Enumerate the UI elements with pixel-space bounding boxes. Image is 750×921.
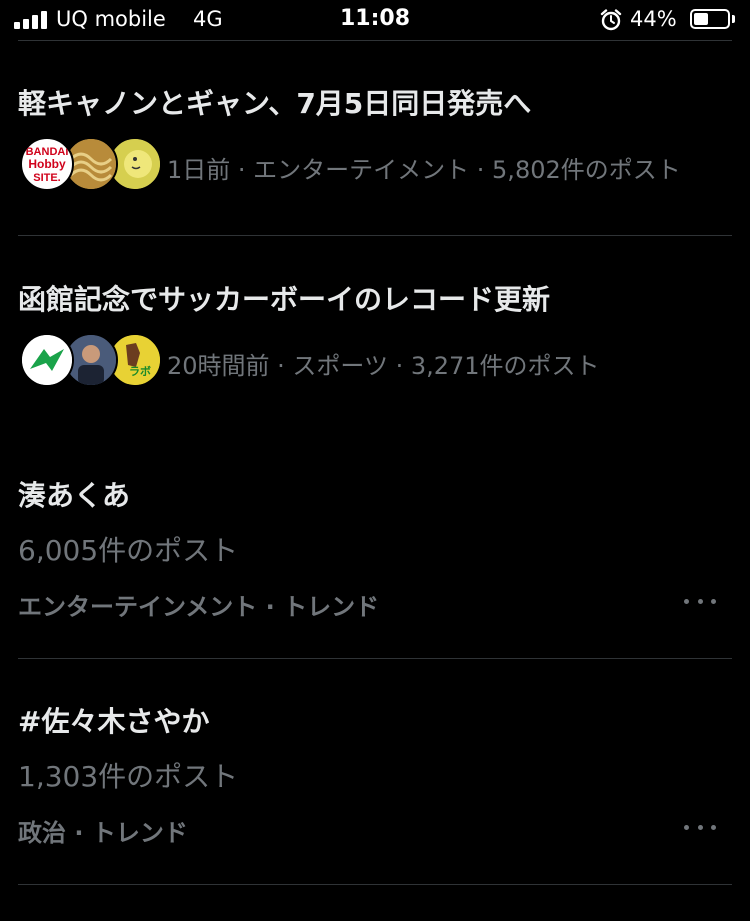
trend-category: エンターテインメント · トレンド bbox=[18, 593, 380, 621]
more-dots-icon[interactable] bbox=[684, 591, 716, 611]
battery-percent: 44% bbox=[630, 7, 677, 31]
trend-post-count: 1,303件のポスト bbox=[18, 760, 239, 793]
news-meta: 1日前 · エンターテイメント · 5,802件のポスト bbox=[167, 156, 681, 184]
status-bar: UQ mobile 4G 11:08 44% bbox=[0, 0, 750, 40]
alarm-icon bbox=[600, 9, 622, 31]
trend-title[interactable]: #佐々木さやか bbox=[18, 700, 209, 740]
divider bbox=[18, 884, 732, 885]
trend-category: 政治 · トレンド bbox=[18, 819, 188, 847]
avatar-text-hobby: Hobby bbox=[28, 157, 66, 171]
news-meta: 20時間前 · スポーツ · 3,271件のポスト bbox=[167, 352, 600, 380]
battery-fill bbox=[694, 13, 708, 25]
trend-post-count: 6,005件のポスト bbox=[18, 534, 239, 567]
news-avatars: BANDAI Hobby SITE. bbox=[20, 137, 162, 191]
battery-icon bbox=[690, 9, 730, 29]
trend-title[interactable]: 湊あくあ bbox=[18, 474, 130, 514]
divider bbox=[18, 235, 732, 236]
avatar-text-site: SITE. bbox=[33, 172, 61, 184]
news-headline[interactable]: 軽キャノンとギャン、7月5日同日発売へ bbox=[18, 82, 531, 122]
divider bbox=[18, 658, 732, 659]
news-avatars: ラボ bbox=[20, 333, 162, 387]
battery-cap bbox=[732, 15, 735, 23]
green-logo-avatar bbox=[20, 333, 74, 387]
more-dots-icon[interactable] bbox=[684, 817, 716, 837]
avatar-text-labo: ラボ bbox=[129, 364, 151, 378]
news-headline[interactable]: 函館記念でサッカーボーイのレコード更新 bbox=[18, 278, 550, 318]
divider bbox=[18, 40, 732, 41]
bandai-hobby-site-avatar: BANDAI Hobby SITE. bbox=[20, 137, 74, 191]
